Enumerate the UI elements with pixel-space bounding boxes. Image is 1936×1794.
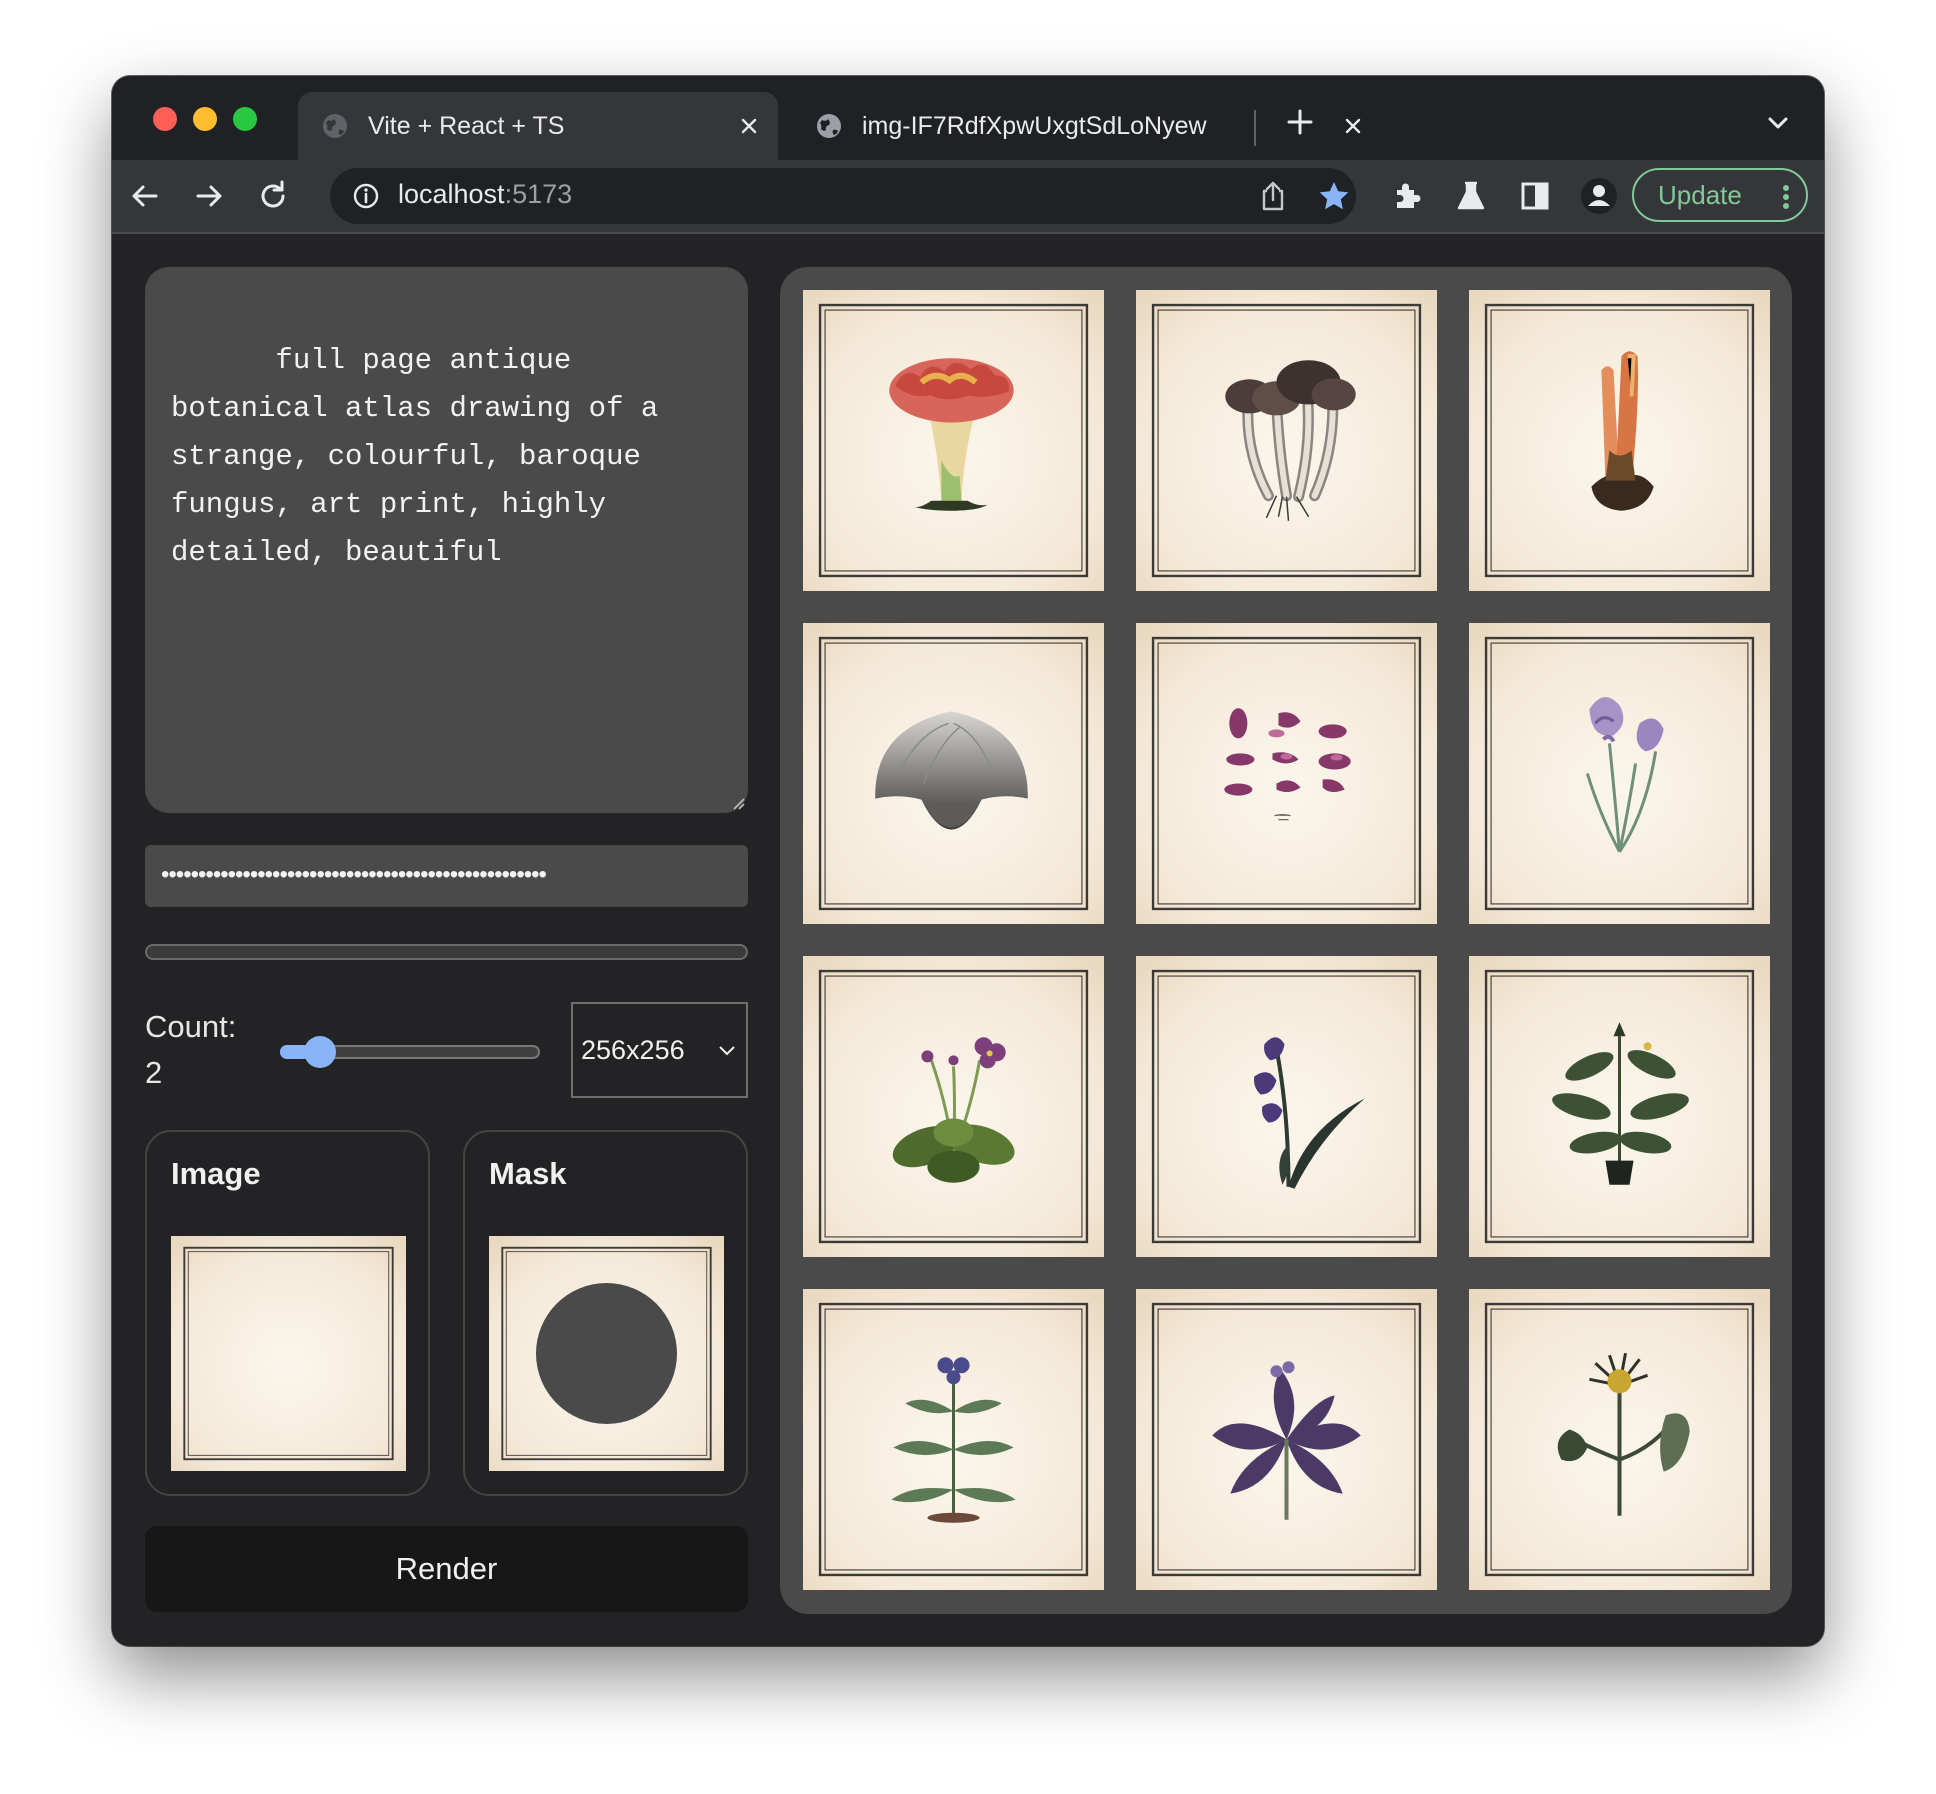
count-label: Count: 2 [145, 1004, 236, 1096]
prompt-textarea[interactable]: full page antique botanical atlas drawin… [145, 267, 748, 813]
mask-upload-card[interactable]: Mask [463, 1130, 748, 1496]
image-upload-card[interactable]: Image [145, 1130, 430, 1496]
mask-card-title: Mask [489, 1156, 567, 1191]
count-value: 2 [145, 1055, 163, 1090]
address-bar[interactable]: localhost:5173 [330, 168, 1356, 224]
globe-icon [323, 114, 347, 138]
image-preview[interactable] [171, 1236, 406, 1471]
gallery-image-purple-bluebell[interactable] [1136, 956, 1437, 1257]
extensions-puzzle-icon[interactable] [1390, 179, 1424, 213]
gallery-image-leafy-blue-flower[interactable] [803, 1289, 1104, 1590]
gallery-image-purple-leaf-plant[interactable] [1136, 1289, 1437, 1590]
url-text[interactable]: localhost:5173 [398, 179, 572, 210]
browser-toolbar: localhost:5173 Update [112, 160, 1824, 234]
image-card-title: Image [171, 1156, 261, 1191]
labs-flask-icon[interactable] [1454, 179, 1488, 213]
prompt-text: full page antique botanical atlas drawin… [171, 344, 676, 569]
forward-arrow-icon[interactable] [192, 179, 226, 213]
gallery-image-coral-fungus[interactable] [1469, 290, 1770, 591]
close-tab-icon[interactable] [738, 115, 760, 137]
tab-title: Vite + React + TS [368, 111, 565, 140]
new-tab-plus-icon[interactable] [1284, 106, 1316, 138]
slider-thumb[interactable] [303, 1036, 336, 1068]
gallery-image-lilac-iris[interactable] [1469, 623, 1770, 924]
tab-strip: Vite + React + TS img-IF7RdfXpwUxgtSdLoN… [112, 76, 1824, 160]
size-select-value: 256x256 [581, 1034, 685, 1065]
tab-vite-react[interactable]: Vite + React + TS [298, 92, 778, 160]
update-button[interactable]: Update [1632, 168, 1808, 222]
mask-circle [536, 1283, 677, 1424]
back-arrow-icon[interactable] [128, 179, 162, 213]
url-port: :5173 [504, 179, 573, 209]
count-label-text: Count: [145, 1009, 237, 1044]
image-gallery [780, 267, 1792, 1614]
render-button[interactable]: Render [145, 1526, 748, 1612]
resize-handle-icon[interactable] [730, 795, 746, 811]
profile-icon[interactable] [1580, 177, 1618, 215]
gallery-image-brown-mushroom-cluster[interactable] [1136, 290, 1437, 591]
menu-dots-icon[interactable] [1782, 184, 1790, 210]
share-icon[interactable] [1258, 180, 1288, 212]
globe-icon [817, 114, 841, 138]
api-key-input[interactable]: ••••••••••••••••••••••••••••••••••••••••… [145, 845, 748, 907]
close-tab-icon[interactable] [1342, 115, 1364, 137]
count-slider[interactable] [280, 1034, 540, 1070]
browser-window: Vite + React + TS img-IF7RdfXpwUxgtSdLoN… [112, 76, 1824, 1646]
tab-title: img-IF7RdfXpwUxgtSdLoNyew [862, 111, 1207, 140]
chevron-down-icon [719, 1046, 735, 1056]
side-panel-icon[interactable] [1518, 179, 1552, 213]
reload-icon[interactable] [256, 179, 290, 213]
mask-preview[interactable] [489, 1236, 724, 1471]
app-root: full page antique botanical atlas drawin… [112, 234, 1824, 1646]
url-host: localhost [398, 179, 505, 209]
bookmark-star-icon[interactable] [1318, 180, 1350, 212]
tab-divider [1254, 110, 1256, 146]
zoom-window-button[interactable] [233, 107, 257, 131]
gallery-image-violet-primrose[interactable] [803, 956, 1104, 1257]
info-icon[interactable] [352, 182, 380, 210]
update-label: Update [1658, 179, 1742, 210]
minimize-window-button[interactable] [193, 107, 217, 131]
gallery-image-purple-petals-grid[interactable] [1136, 623, 1437, 924]
gallery-image-orange-fungus[interactable] [803, 290, 1104, 591]
gallery-image-grey-bell-mushroom[interactable] [803, 623, 1104, 924]
size-select[interactable]: 256x256 [571, 1002, 748, 1098]
progress-bar [145, 944, 748, 960]
gallery-image-potted-green-plant[interactable] [1469, 956, 1770, 1257]
close-window-button[interactable] [153, 107, 177, 131]
gallery-image-yellow-thistle[interactable] [1469, 1289, 1770, 1590]
chevron-down-icon[interactable] [1766, 114, 1790, 132]
